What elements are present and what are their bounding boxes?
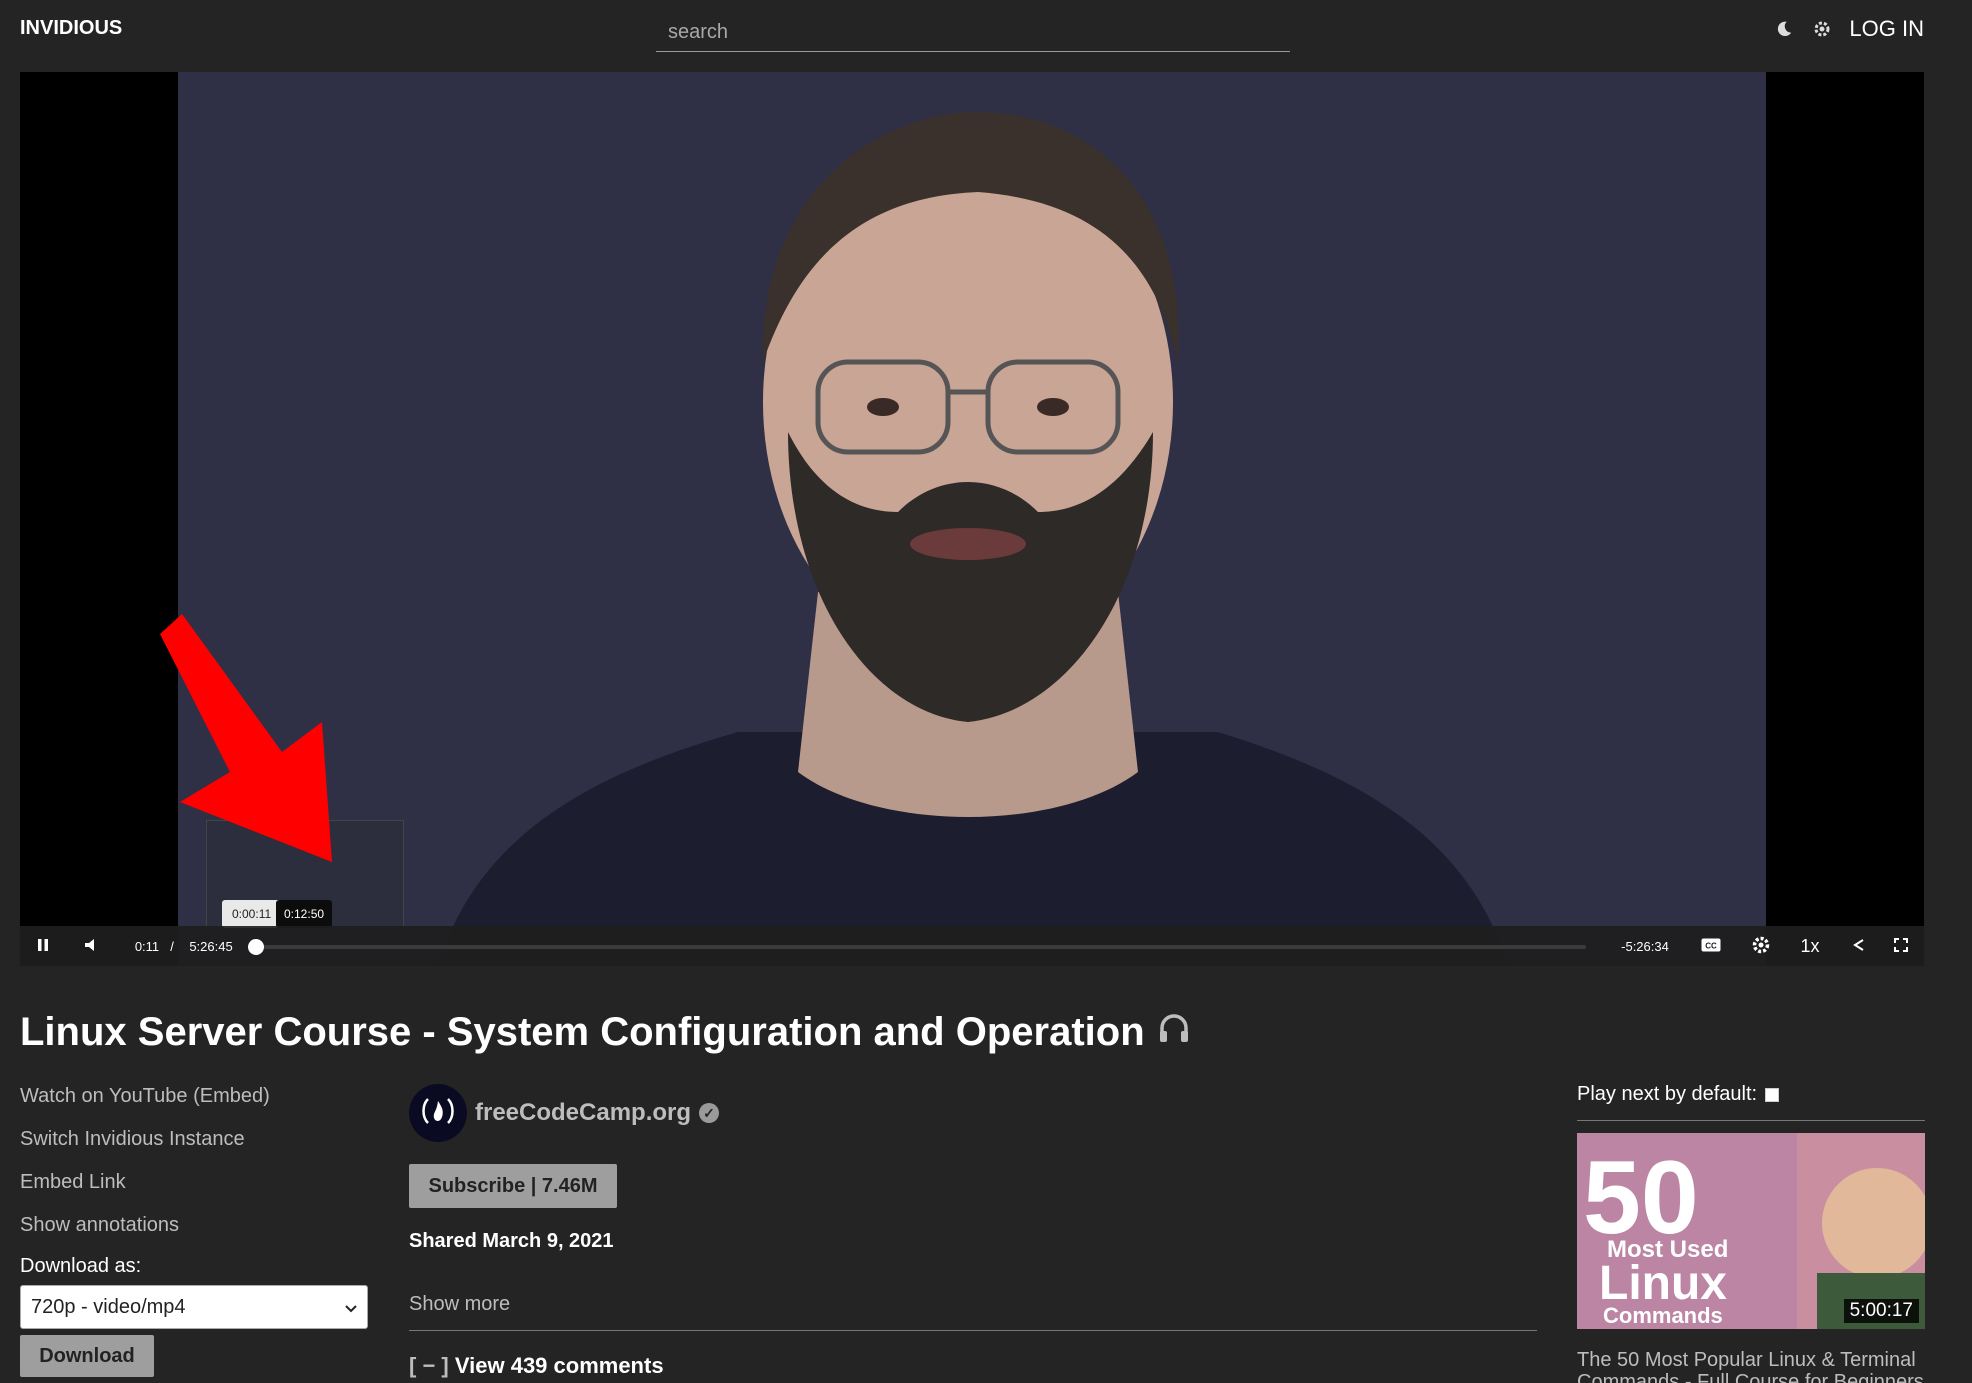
published-date: Shared March 9, 2021 (409, 1230, 614, 1252)
watch-on-youtube-link: Watch on YouTube (Embed) (20, 1083, 370, 1126)
headphones-icon (1157, 1010, 1191, 1055)
search-input[interactable] (656, 14, 1290, 51)
comments-label[interactable]: View 439 comments (455, 1353, 664, 1378)
play-next-row: Play next by default: (1577, 1083, 1925, 1121)
video-title-text: Linux Server Course - System Configurati… (20, 1010, 1145, 1054)
channel-row: freeCodeCamp.org ✓ (409, 1082, 1537, 1144)
paren-open: ( (193, 1085, 200, 1107)
duration: 5:26:45 (189, 938, 233, 954)
navbar-actions: LOG IN (1773, 16, 1924, 42)
paren-close: ) (263, 1085, 270, 1107)
progress-bar[interactable] (248, 939, 1586, 955)
current-time: 0:11 (134, 938, 160, 954)
volume-icon (84, 938, 98, 955)
switch-instance-link[interactable]: Switch Invidious Instance (20, 1126, 370, 1169)
download-label: Download as: (20, 1255, 142, 1277)
current-time-tooltip: 0:00:11 (222, 900, 282, 928)
channel-name[interactable]: freeCodeCamp.org (475, 1099, 691, 1127)
settings-button[interactable] (1744, 926, 1778, 966)
svg-text:CC: CC (1705, 941, 1717, 950)
show-more-toggle[interactable]: Show more (409, 1293, 1537, 1331)
verified-icon: ✓ (699, 1103, 720, 1123)
download-button[interactable]: Download (20, 1335, 154, 1377)
thumb-line3: Commands (1603, 1303, 1723, 1328)
pause-icon (36, 938, 50, 955)
brand-logo[interactable]: INVIDIOUS (20, 17, 122, 40)
mute-button[interactable] (76, 926, 106, 966)
play-next-label: Play next by default: (1577, 1083, 1758, 1105)
channel-info-column: freeCodeCamp.org ✓ Subscribe | 7.46M Sha… (409, 1082, 1537, 1379)
embed-link[interactable]: Embed Link (20, 1169, 370, 1212)
channel-avatar[interactable] (409, 1084, 467, 1142)
time-separator: / (170, 938, 174, 954)
video-title: Linux Server Course - System Configurati… (20, 1010, 1191, 1055)
top-navbar: INVIDIOUS LOG IN (0, 0, 1972, 72)
download-format-select[interactable]: 720p - video/mp4 (20, 1285, 368, 1329)
fullscreen-button[interactable] (1886, 926, 1916, 966)
login-link[interactable]: LOG IN (1849, 16, 1924, 42)
playback-speed-button[interactable]: 1x (1792, 926, 1828, 966)
presenter-image (438, 112, 1508, 966)
share-button[interactable] (1844, 926, 1874, 966)
player-controls: 0:11 / 5:26:45 -5:26:34 CC 1x (20, 926, 1924, 966)
video-frame[interactable] (178, 72, 1766, 966)
play-next-checkbox[interactable] (1765, 1087, 1780, 1102)
show-annotations-link[interactable]: Show annotations (20, 1212, 370, 1255)
fullscreen-icon (1894, 937, 1908, 955)
watch-on-youtube[interactable]: Watch on YouTube (20, 1085, 188, 1107)
hover-time-tooltip: 0:12:50 (276, 900, 333, 928)
progress-handle[interactable] (248, 939, 264, 955)
subscribe-button[interactable]: Subscribe | 7.46M (409, 1164, 617, 1208)
recommended-duration: 5:00:17 (1843, 1299, 1919, 1323)
captions-button[interactable]: CC (1694, 926, 1728, 966)
video-player[interactable]: 0:00:11 0:12:50 0:11 / 5:26:45 -5:26:34 … (20, 72, 1924, 966)
moon-icon[interactable] (1773, 18, 1795, 40)
recommended-column: Play next by default: 50 Most Used Linux… (1577, 1083, 1925, 1383)
embed-link-inline[interactable]: Embed (200, 1085, 263, 1107)
pause-button[interactable] (28, 926, 58, 966)
chevron-down-icon (345, 1296, 357, 1319)
search-box (656, 14, 1290, 52)
comments-collapse-icon[interactable]: [ − ] (409, 1353, 449, 1378)
comments-toggle[interactable]: [ − ] View 439 comments (409, 1353, 1537, 1379)
captions-icon: CC (1701, 938, 1721, 955)
gear-icon[interactable] (1811, 18, 1833, 40)
freecodecamp-logo-icon (418, 1095, 458, 1132)
video-actions-column: Watch on YouTube (Embed) Switch Invidiou… (20, 1083, 370, 1377)
remaining-time: -5:26:34 (1621, 938, 1669, 954)
share-icon (1852, 938, 1866, 955)
download-format-value: 720p - video/mp4 (31, 1295, 186, 1318)
gear-icon (1751, 935, 1771, 958)
recommended-thumbnail[interactable]: 50 Most Used Linux Commands 5:00:17 (1577, 1133, 1925, 1329)
recommended-title[interactable]: The 50 Most Popular Linux & Terminal Com… (1577, 1349, 1925, 1383)
